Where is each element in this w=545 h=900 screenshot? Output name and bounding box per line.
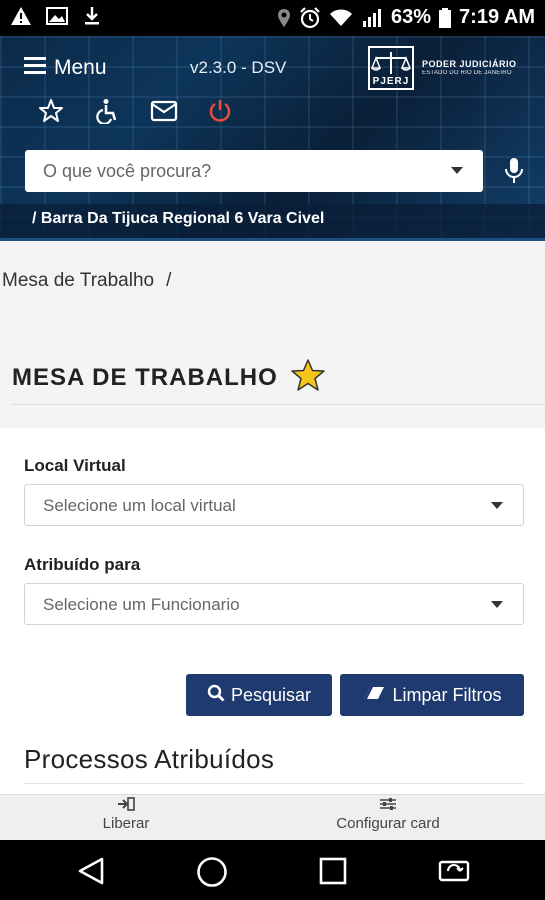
- action-bar: Liberar Configurar card: [0, 794, 545, 840]
- sliders-icon: [318, 797, 458, 811]
- system-nav-bar: [0, 840, 545, 900]
- section-title: Processos Atribuídos: [24, 744, 275, 774]
- pjerj-logo: PJERJ PODER JUDICIÁRIO ESTADO DO RIO DE …: [368, 46, 517, 90]
- image-icon: [46, 6, 68, 26]
- alarm-icon: [299, 6, 321, 29]
- warning-icon: [10, 6, 32, 26]
- chevron-down-icon: [491, 502, 503, 509]
- clear-filters-button[interactable]: Limpar Filtros: [340, 674, 524, 716]
- search-combobox[interactable]: [25, 150, 483, 192]
- recents-icon[interactable]: [318, 856, 348, 891]
- signal-icon: [361, 8, 383, 28]
- download-icon: [82, 6, 102, 26]
- search-button-label: Pesquisar: [230, 684, 312, 705]
- atribuido-select[interactable]: Selecione um Funcionario: [24, 583, 524, 625]
- quick-actions: [38, 98, 232, 129]
- atribuido-value: Selecione um Funcionario: [43, 595, 240, 614]
- menu-label: Menu: [54, 56, 107, 79]
- breadcrumb: Mesa de Trabalho /: [2, 270, 171, 292]
- menu-button[interactable]: Menu: [24, 56, 107, 80]
- page-title-row: MESA DE TRABALHO: [12, 358, 326, 397]
- chevron-down-icon: [491, 601, 503, 608]
- filter-card: Local Virtual Selecione um local virtual…: [0, 428, 545, 808]
- location-icon: [277, 8, 291, 28]
- logo-mark-text: PJERJ: [372, 76, 410, 87]
- chevron-down-icon[interactable]: [451, 167, 463, 174]
- logo-line2: ESTADO DO RIO DE JANEIRO: [422, 69, 512, 76]
- mic-icon[interactable]: [504, 157, 524, 190]
- battery-icon: [439, 7, 452, 28]
- app-header: Menu v2.3.0 - DSV PJERJ PODER JUDICIÁRIO…: [0, 36, 545, 240]
- power-icon[interactable]: [208, 99, 232, 128]
- liberar-button[interactable]: Liberar: [96, 797, 156, 832]
- section-divider: [24, 783, 524, 784]
- accessibility-icon[interactable]: [94, 98, 120, 129]
- rotate-icon[interactable]: [434, 856, 474, 891]
- logo-line1: PODER JUDICIÁRIO: [422, 58, 517, 69]
- local-virtual-label: Local Virtual: [24, 456, 126, 475]
- local-virtual-select[interactable]: Selecione um local virtual: [24, 484, 524, 526]
- status-bar: 63% 7:19 AM: [0, 0, 545, 36]
- breadcrumb-item[interactable]: Mesa de Trabalho: [2, 270, 154, 291]
- logo-mark: PJERJ: [368, 46, 414, 90]
- home-icon[interactable]: [196, 856, 228, 893]
- current-location: / Barra Da Tijuca Regional 6 Vara Civel: [0, 204, 545, 238]
- back-icon[interactable]: [76, 856, 106, 891]
- star-icon[interactable]: [38, 98, 64, 129]
- atribuido-label: Atribuído para: [24, 555, 141, 574]
- breadcrumb-separator: /: [166, 270, 172, 291]
- configurar-card-button[interactable]: Configurar card: [318, 797, 458, 832]
- page-title: MESA DE TRABALHO: [12, 363, 278, 391]
- wifi-icon: [329, 8, 353, 28]
- eraser-icon: [362, 685, 386, 706]
- clock-time: 7:19 AM: [459, 6, 535, 28]
- search-icon: [207, 684, 225, 707]
- configurar-label: Configurar card: [336, 815, 440, 832]
- clear-filters-label: Limpar Filtros: [392, 684, 502, 705]
- header-divider: [0, 238, 545, 241]
- battery-level: 63%: [391, 6, 432, 28]
- local-virtual-value: Selecione um local virtual: [43, 496, 236, 515]
- liberar-label: Liberar: [102, 815, 150, 832]
- search-input[interactable]: [25, 150, 425, 192]
- app-version: v2.3.0 - DSV: [190, 58, 287, 77]
- menu-icon: [24, 56, 46, 80]
- sign-out-icon: [96, 797, 156, 811]
- favorite-star-icon[interactable]: [290, 358, 326, 397]
- search-button[interactable]: Pesquisar: [186, 674, 332, 716]
- mail-icon[interactable]: [150, 100, 178, 127]
- title-divider: [12, 404, 545, 405]
- logo-text: PODER JUDICIÁRIO ESTADO DO RIO DE JANEIR…: [422, 58, 517, 76]
